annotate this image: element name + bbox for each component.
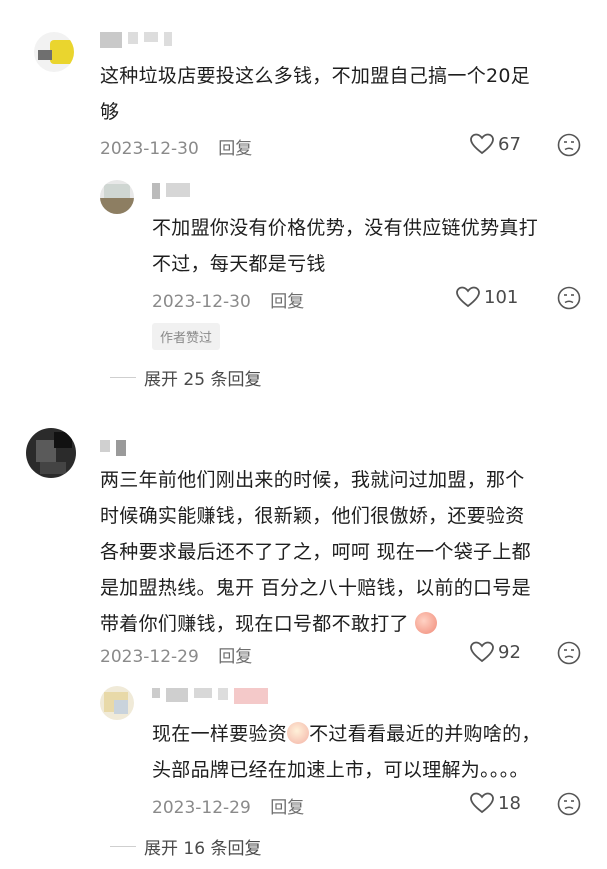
reply-button[interactable]: 回复 [218,139,252,159]
frown-face-icon [557,792,581,816]
dislike-button[interactable] [557,641,581,669]
reply-text-line: 头部品牌已经在加速上市，可以理解为。。。。 [152,759,529,781]
dislike-button[interactable] [557,286,581,314]
like-button[interactable]: 18 [470,792,521,814]
username-blurred[interactable] [100,440,132,459]
comment-text-line: 带着你们赚钱，现在口号都不敢打了 [100,613,409,635]
avatar[interactable] [26,428,76,478]
reply-text-line: 不过看看最近的并购啥的， [309,723,541,745]
username-blurred[interactable] [100,32,178,51]
reply-text-line: 不过，每天都是亏钱 [152,253,326,275]
reply-username-blurred[interactable] [152,183,196,202]
reply-button[interactable]: 回复 [218,647,252,667]
reply-date: 2023-12-29 [152,798,251,818]
expand-replies-label: 展开 25 条回复 [144,370,262,390]
crying-face-emoji [287,722,310,744]
reply-text: 不加盟你没有价格优势，没有供应链优势真打 不过，每天都是亏钱 [152,210,538,282]
expand-divider [110,846,136,847]
dislike-button[interactable] [557,792,581,820]
comment-meta: 2023-12-30 回复 [100,134,252,159]
reply-date: 2023-12-30 [152,292,251,312]
like-button[interactable]: 92 [470,641,521,663]
comment-date: 2023-12-30 [100,139,199,159]
like-button[interactable]: 101 [456,286,518,308]
expand-replies-label: 展开 16 条回复 [144,839,262,859]
reply-button[interactable]: 回复 [270,292,304,312]
expand-replies-button[interactable]: 展开 25 条回复 [110,365,261,390]
like-count: 18 [498,792,521,814]
expand-replies-button[interactable]: 展开 16 条回复 [110,834,261,859]
comment-meta: 2023-12-29 回复 [100,642,252,667]
reply-username-blurred[interactable] [152,688,274,707]
peach-emoji [415,612,438,634]
reply-meta: 2023-12-30 回复 [152,287,304,312]
like-count: 101 [484,286,519,308]
comment-text-line-with-emoji: 带着你们赚钱，现在口号都不敢打了 [100,606,531,642]
author-liked-badge: 作者赞过 [152,323,221,350]
heart-outline-icon [470,133,494,155]
reply-avatar[interactable] [100,686,134,720]
dislike-button[interactable] [557,133,581,161]
like-count: 92 [498,641,521,663]
comment-text: 两三年前他们刚出来的时候，我就问过加盟，那个 时候确实能赚钱，很新颖，他们很傲娇… [100,462,531,642]
heart-outline-icon [470,792,494,814]
heart-outline-icon [470,641,494,663]
comment-text-line: 时候确实能赚钱，很新颖，他们很傲娇，还要验资 [100,505,525,527]
reply-text-line: 现在一样要验资 [152,723,288,745]
reply-text-line-with-emoji: 现在一样要验资 不过看看最近的并购啥的， [152,716,541,752]
comment-text-line: 各种要求最后还不了了之，呵呵 现在一个袋子上都 [100,541,531,563]
comment-text-line: 够 [100,101,120,123]
like-count: 67 [498,133,521,155]
expand-divider [110,377,136,378]
like-button[interactable]: 67 [470,133,521,155]
reply-button[interactable]: 回复 [270,798,304,818]
comment-date: 2023-12-29 [100,647,199,667]
reply-avatar[interactable] [100,180,134,214]
comment-text-line: 是加盟热线。鬼开 百分之八十赔钱，以前的口号是 [100,577,531,599]
frown-face-icon [557,641,581,665]
comment-text-line: 两三年前他们刚出来的时候，我就问过加盟，那个 [100,469,525,491]
avatar[interactable] [34,32,74,72]
reply-text: 现在一样要验资 不过看看最近的并购啥的， 头部品牌已经在加速上市，可以理解为。。。… [152,716,541,788]
reply-text-line: 不加盟你没有价格优势，没有供应链优势真打 [152,217,539,239]
frown-face-icon [557,286,581,310]
frown-face-icon [557,133,581,157]
reply-meta: 2023-12-29 回复 [152,793,304,818]
comment-text: 这种垃圾店要投这么多钱，不加盟自己搞一个20足 够 [100,58,530,130]
heart-outline-icon [456,286,480,308]
comment-text-line: 这种垃圾店要投这么多钱，不加盟自己搞一个20足 [100,65,531,87]
